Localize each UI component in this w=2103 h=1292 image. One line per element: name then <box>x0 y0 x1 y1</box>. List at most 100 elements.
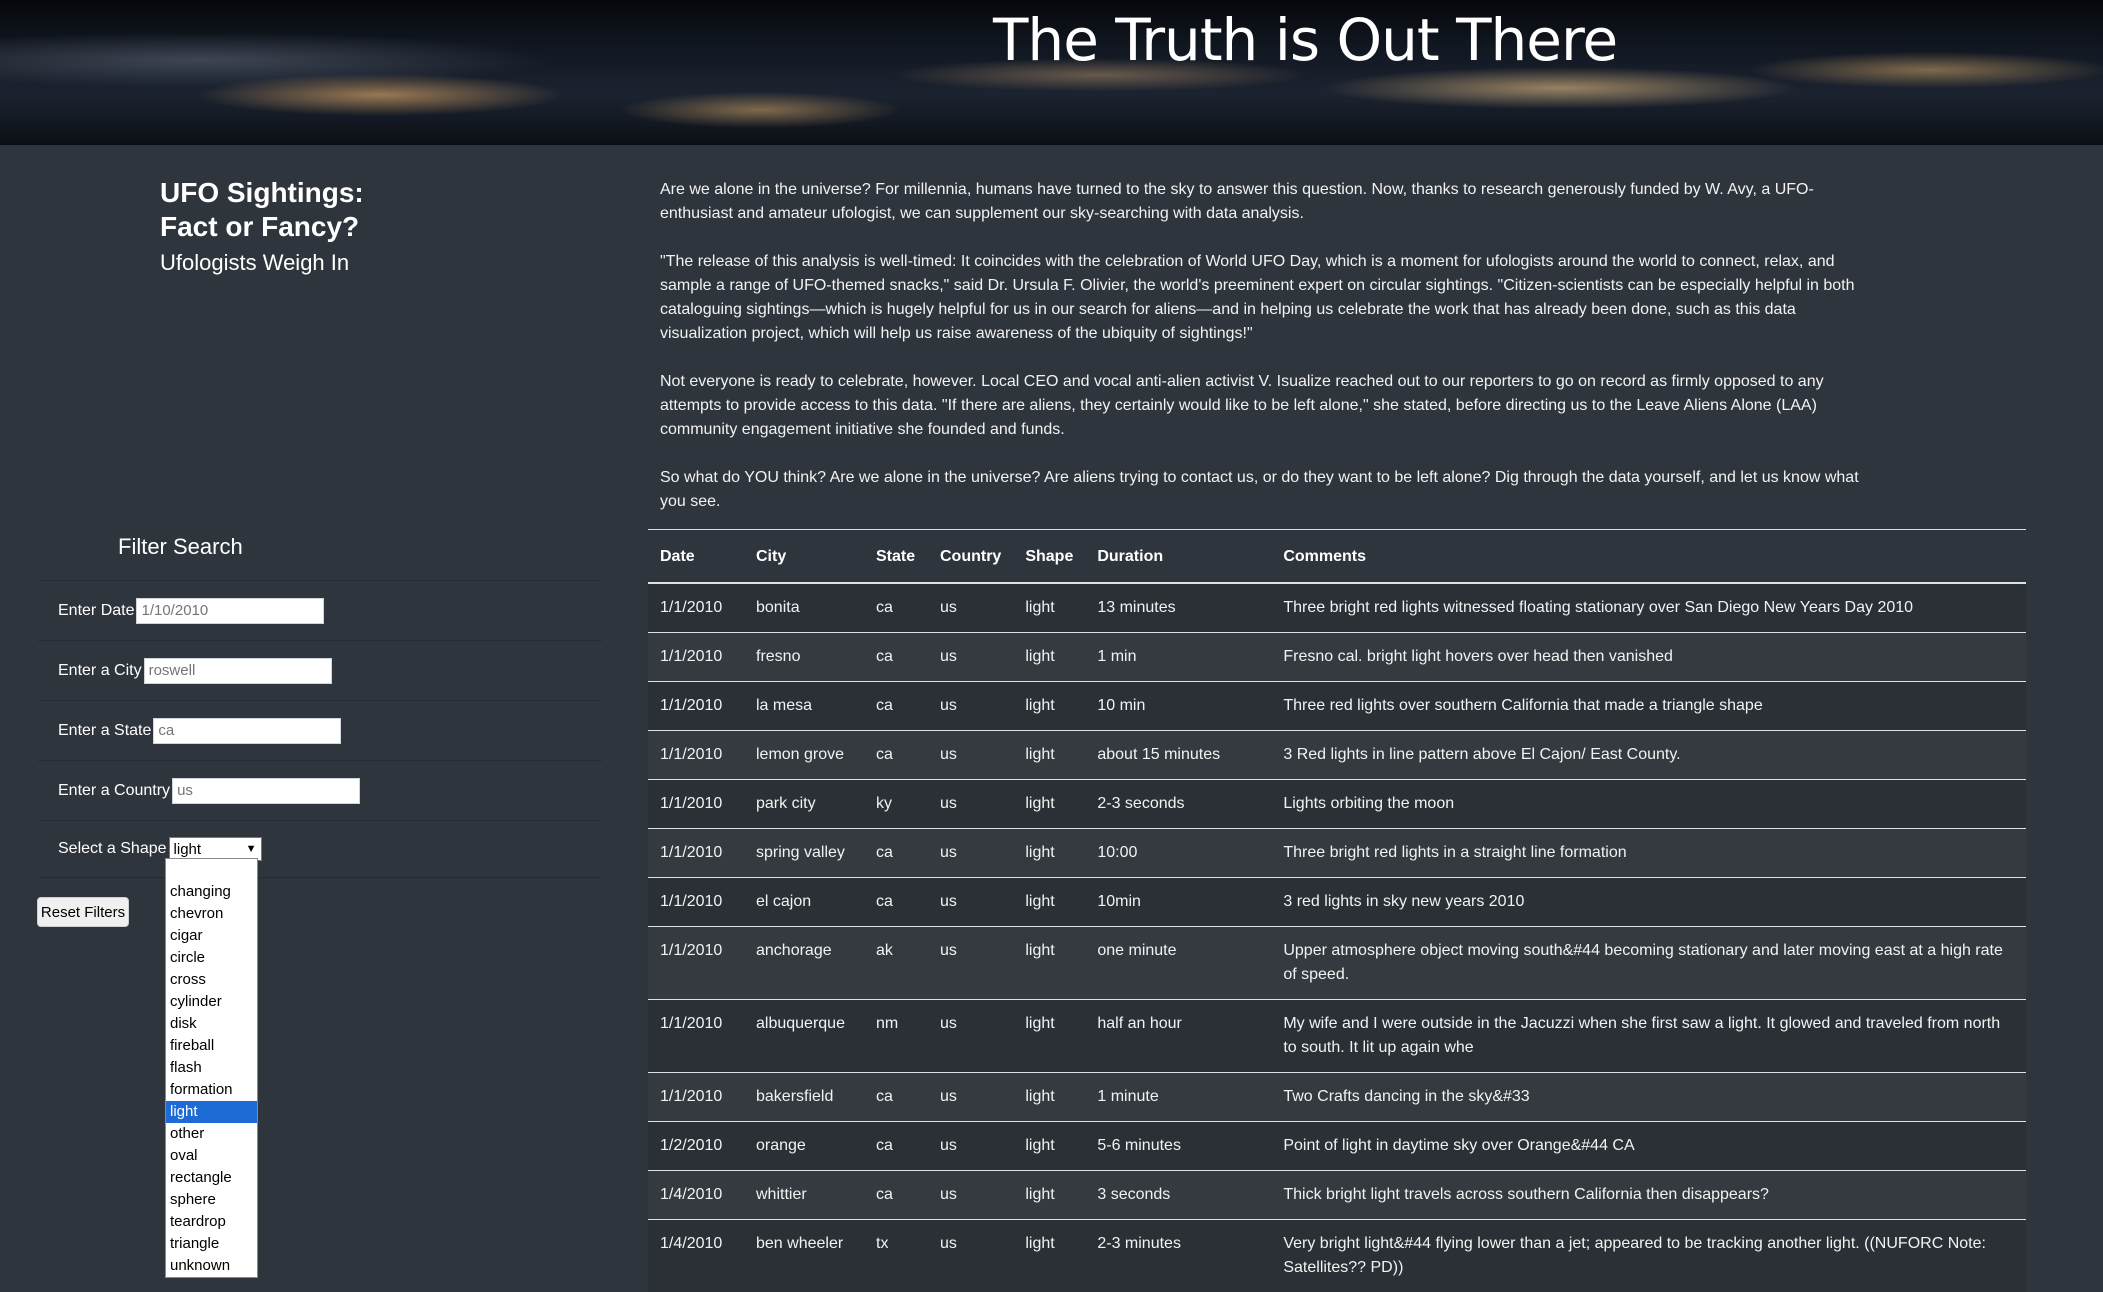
cell-comments: Thick bright light travels across southe… <box>1271 1171 2026 1220</box>
cell-duration: 1 minute <box>1085 1073 1271 1122</box>
cell-duration: 10 min <box>1085 682 1271 731</box>
cell-state: tx <box>864 1220 928 1292</box>
cell-duration: 3 seconds <box>1085 1171 1271 1220</box>
city-input[interactable] <box>144 658 332 684</box>
table-row: 1/1/2010el cajoncauslight10min3 red ligh… <box>648 878 2026 927</box>
shape-option[interactable]: chevron <box>166 903 257 925</box>
cell-shape: light <box>1013 780 1085 829</box>
filter-shape: Select a Shape light ▼ <box>38 820 602 878</box>
cell-city: anchorage <box>744 927 864 1000</box>
shape-option[interactable]: formation <box>166 1079 257 1101</box>
table-row: 1/1/2010bakersfieldcauslight1 minuteTwo … <box>648 1073 2026 1122</box>
cell-shape: light <box>1013 927 1085 1000</box>
table-row: 1/2/2010orangecauslight5-6 minutesPoint … <box>648 1122 2026 1171</box>
country-input[interactable] <box>172 778 360 804</box>
cell-date: 1/1/2010 <box>648 682 744 731</box>
shape-option[interactable]: flash <box>166 1057 257 1079</box>
cell-date: 1/4/2010 <box>648 1220 744 1292</box>
shape-option[interactable]: changing <box>166 881 257 903</box>
cell-state: ca <box>864 829 928 878</box>
heading-line-2: Fact or Fancy? <box>160 210 364 244</box>
shape-option[interactable]: circle <box>166 947 257 969</box>
cell-shape: light <box>1013 829 1085 878</box>
cell-comments: Fresno cal. bright light hovers over hea… <box>1271 633 2026 682</box>
column-header-comments: Comments <box>1271 530 2026 584</box>
cell-duration: 2-3 minutes <box>1085 1220 1271 1292</box>
cell-state: ca <box>864 583 928 633</box>
table-row: 1/1/2010fresnocauslight1 minFresno cal. … <box>648 633 2026 682</box>
cell-duration: 10:00 <box>1085 829 1271 878</box>
cell-date: 1/1/2010 <box>648 633 744 682</box>
cell-duration: 2-3 seconds <box>1085 780 1271 829</box>
cell-date: 1/1/2010 <box>648 829 744 878</box>
shape-option[interactable]: triangle <box>166 1233 257 1255</box>
shape-option[interactable]: other <box>166 1123 257 1145</box>
cell-date: 1/1/2010 <box>648 878 744 927</box>
cell-state: ca <box>864 878 928 927</box>
shape-option[interactable]: teardrop <box>166 1211 257 1233</box>
shape-option[interactable]: unknown <box>166 1255 257 1277</box>
shape-option[interactable]: cross <box>166 969 257 991</box>
cell-city: bakersfield <box>744 1073 864 1122</box>
cell-state: ca <box>864 1073 928 1122</box>
city-label: Enter a City <box>58 662 142 680</box>
article-heading: UFO Sightings: Fact or Fancy? Ufologists… <box>160 176 364 278</box>
intro-paragraph: So what do YOU think? Are we alone in th… <box>660 466 1860 514</box>
cell-shape: light <box>1013 731 1085 780</box>
page-title: The Truth is Out There <box>993 6 1617 74</box>
cell-city: spring valley <box>744 829 864 878</box>
cell-city: orange <box>744 1122 864 1171</box>
cell-comments: Three bright red lights witnessed floati… <box>1271 583 2026 633</box>
cell-city: park city <box>744 780 864 829</box>
reset-filters-button[interactable]: Reset Filters <box>37 897 129 927</box>
cell-shape: light <box>1013 878 1085 927</box>
cell-comments: My wife and I were outside in the Jacuzz… <box>1271 1000 2026 1073</box>
cell-duration: 5-6 minutes <box>1085 1122 1271 1171</box>
table-row: 1/1/2010spring valleycauslight10:00Three… <box>648 829 2026 878</box>
table-row: 1/1/2010park citykyuslight2-3 secondsLig… <box>648 780 2026 829</box>
header-banner: The Truth is Out There <box>0 0 2103 145</box>
cell-comments: Lights orbiting the moon <box>1271 780 2026 829</box>
cell-city: lemon grove <box>744 731 864 780</box>
cell-country: us <box>928 1000 1013 1073</box>
cell-state: ca <box>864 633 928 682</box>
shape-option[interactable]: oval <box>166 1145 257 1167</box>
table-row: 1/1/2010lemon grovecauslightabout 15 min… <box>648 731 2026 780</box>
filter-state: Enter a State <box>38 700 602 760</box>
table-header-row: Date City State Country Shape Duration C… <box>648 530 2026 584</box>
filter-search-title: Filter Search <box>118 534 243 560</box>
intro-paragraph: "The release of this analysis is well-ti… <box>660 250 1860 346</box>
intro-paragraph: Are we alone in the universe? For millen… <box>660 178 1860 226</box>
cell-date: 1/1/2010 <box>648 583 744 633</box>
column-header-duration: Duration <box>1085 530 1271 584</box>
cell-duration: about 15 minutes <box>1085 731 1271 780</box>
cell-comments: Three red lights over southern Californi… <box>1271 682 2026 731</box>
cell-state: ky <box>864 780 928 829</box>
column-header-city: City <box>744 530 864 584</box>
shape-option[interactable]: rectangle <box>166 1167 257 1189</box>
date-input[interactable] <box>136 598 324 624</box>
cell-state: ca <box>864 731 928 780</box>
shape-option[interactable]: sphere <box>166 1189 257 1211</box>
shape-option[interactable]: cylinder <box>166 991 257 1013</box>
intro-text: Are we alone in the universe? For millen… <box>660 178 1860 538</box>
cell-date: 1/1/2010 <box>648 731 744 780</box>
filter-date: Enter Date <box>38 580 602 640</box>
cell-shape: light <box>1013 1000 1085 1073</box>
cell-country: us <box>928 927 1013 1000</box>
cell-country: us <box>928 829 1013 878</box>
country-label: Enter a Country <box>58 782 170 800</box>
cell-state: ca <box>864 1171 928 1220</box>
cell-country: us <box>928 1220 1013 1292</box>
shape-option[interactable]: fireball <box>166 1035 257 1057</box>
shape-option[interactable]: cigar <box>166 925 257 947</box>
cell-shape: light <box>1013 1122 1085 1171</box>
cell-city: whittier <box>744 1171 864 1220</box>
shape-option[interactable]: disk <box>166 1013 257 1035</box>
cell-state: ak <box>864 927 928 1000</box>
shape-option[interactable]: light <box>166 1101 257 1123</box>
table-row: 1/4/2010whittiercauslight3 secondsThick … <box>648 1171 2026 1220</box>
cell-comments: Upper atmosphere object moving south&#44… <box>1271 927 2026 1000</box>
ufo-table: Date City State Country Shape Duration C… <box>648 529 2026 1292</box>
state-input[interactable] <box>153 718 341 744</box>
